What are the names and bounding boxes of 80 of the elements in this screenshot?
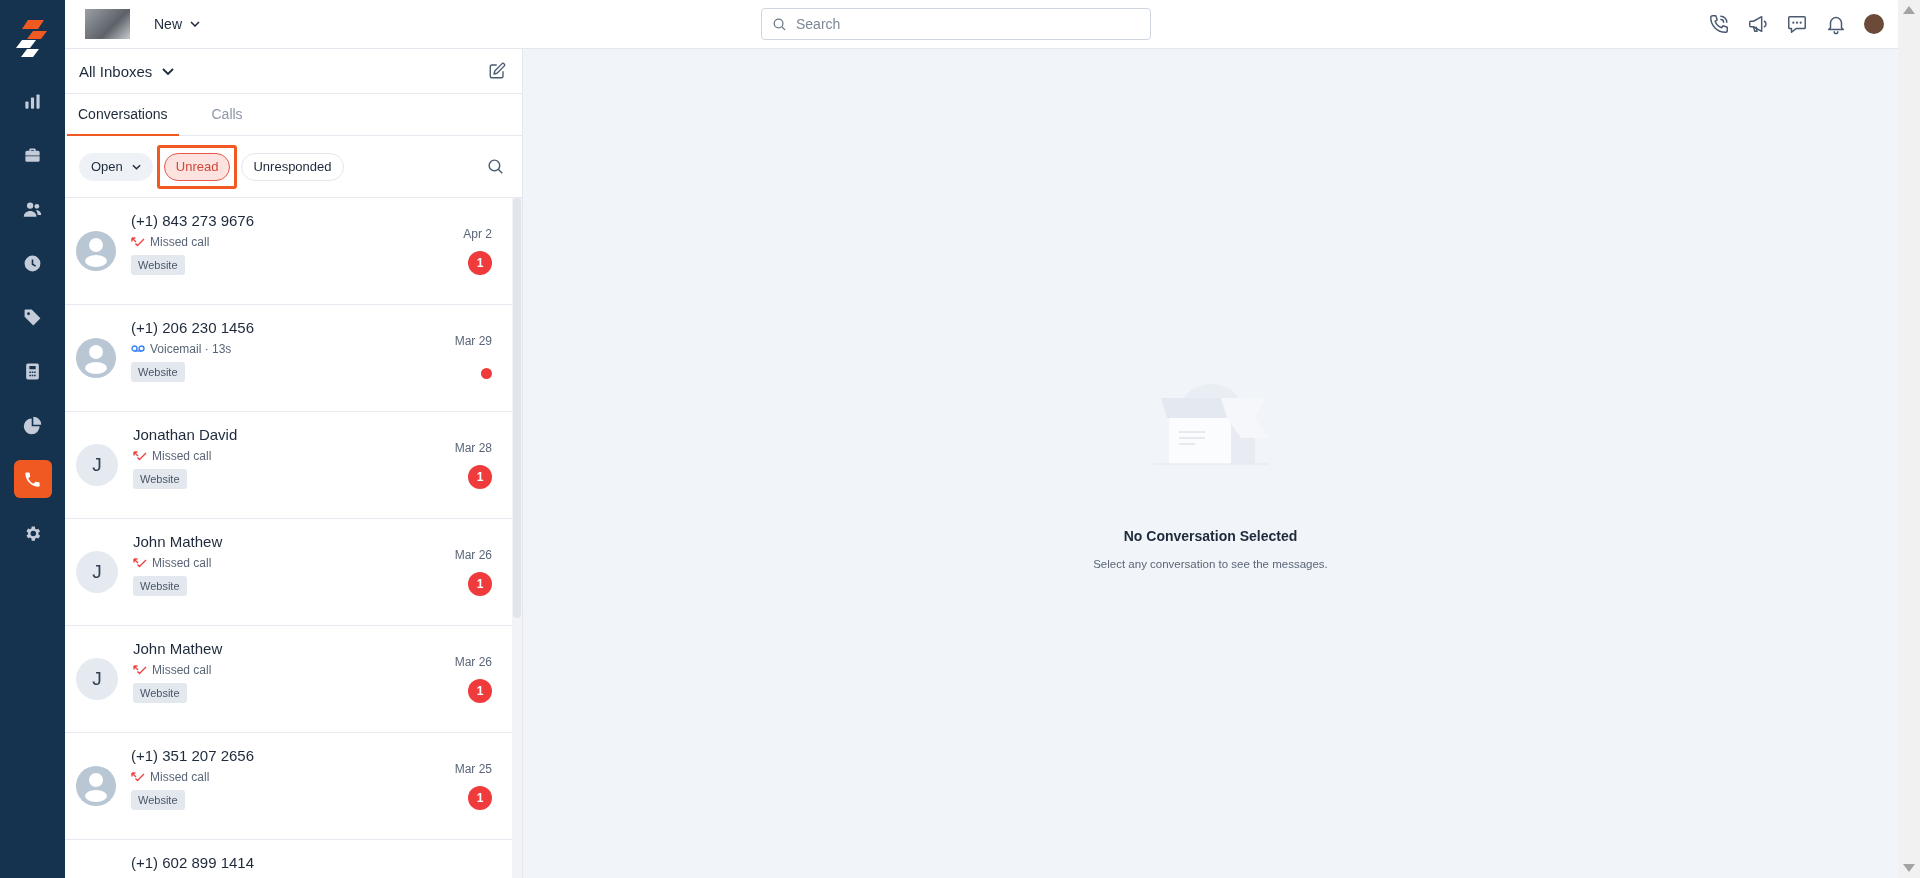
source-tag: Website [131, 255, 185, 275]
contact-name: John Mathew [133, 640, 224, 657]
avatar-initial: J [76, 658, 118, 700]
briefcase-icon [23, 145, 42, 165]
bar-chart-icon [23, 91, 42, 111]
missed-call-icon [133, 451, 147, 461]
missed-call-icon [133, 558, 147, 568]
source-tag: Website [133, 683, 187, 703]
chevron-down-icon [190, 21, 200, 27]
contact-name: (+1) 843 273 9676 [131, 212, 256, 229]
photo-placeholder [85, 9, 130, 39]
compose-icon[interactable] [488, 62, 506, 80]
missed-call-icon [131, 237, 145, 247]
chat-icon[interactable] [1786, 13, 1808, 35]
unread-count: 1 [468, 465, 492, 489]
call-status: Missed call [152, 449, 212, 463]
sidebar-item[interactable] [13, 460, 52, 498]
logo-icon[interactable] [15, 18, 50, 58]
source-tag: Website [131, 790, 185, 810]
conversation-item[interactable]: J John Mathew Missed call Website Mar 26 1 [65, 519, 512, 626]
conversation-date: Mar 26 [454, 655, 492, 669]
contact-name: John Mathew [133, 533, 224, 550]
avatar-initial: J [76, 551, 118, 593]
calculator-icon [23, 361, 42, 381]
call-status: Missed call [152, 663, 212, 677]
contact-name: Jonathan David [133, 426, 239, 443]
source-tag: Website [133, 469, 187, 489]
user-avatar[interactable] [1864, 14, 1884, 34]
call-status: Missed call [150, 770, 210, 784]
avatar-initial: J [76, 444, 118, 486]
conversation-date: Apr 2 [463, 227, 492, 241]
conversation-date: Mar 25 [454, 762, 492, 776]
search-icon[interactable] [487, 158, 504, 175]
conversation-date: Mar 28 [454, 441, 492, 455]
empty-state-title: No Conversation Selected [1123, 527, 1298, 544]
megaphone-icon[interactable] [1747, 13, 1769, 35]
inbox-selector[interactable]: All Inboxes [79, 62, 175, 80]
scroll-thumb[interactable] [513, 198, 521, 618]
new-menu-button[interactable]: New [150, 12, 204, 36]
phone-call-icon[interactable] [1708, 13, 1730, 35]
avatar-silhouette-icon [76, 338, 116, 378]
unread-count: 1 [468, 572, 492, 596]
unread-count: 1 [468, 679, 492, 703]
avatar-silhouette-icon [76, 231, 116, 271]
filter-chip[interactable]: Open [79, 152, 153, 181]
filter-chip[interactable]: Unread [163, 152, 231, 181]
pie-chart-icon [23, 415, 42, 435]
tag-icon [23, 307, 42, 327]
source-tag: Website [131, 362, 185, 382]
clock-icon [23, 253, 42, 273]
conversation-date: Mar 26 [454, 548, 492, 562]
conversation-item[interactable]: (+1) 206 230 1456 Voicemail · 13s Website Mar 29 [65, 305, 512, 412]
search-field[interactable]: Search [761, 8, 1151, 40]
contact-name: (+1) 351 207 2656 [131, 747, 256, 764]
conversation-item[interactable]: (+1) 351 207 2656 Missed call Website Mar 25 1 [65, 733, 512, 840]
source-tag: Website [133, 576, 187, 596]
tab[interactable]: Conversations [67, 94, 179, 136]
phone-icon [23, 469, 42, 489]
missed-call-icon [131, 772, 145, 782]
missed-call-icon [133, 665, 147, 675]
call-status: Missed call [152, 556, 212, 570]
empty-state-message: Select any conversation to see the messages. [1093, 557, 1328, 570]
contact-name: (+1) 602 899 1414 [131, 854, 256, 871]
conversation-item[interactable]: J John Mathew Missed call Website Mar 26 1 [65, 626, 512, 733]
conversation-date: Mar 29 [454, 333, 492, 348]
chevron-down-icon [162, 67, 175, 75]
call-status: Voicemail · 13s [150, 342, 232, 356]
conversation-item[interactable]: (+1) 843 273 9676 Missed call Website Apr 2 1 [65, 198, 512, 305]
filter-chip[interactable]: Unresponded [241, 152, 344, 181]
voicemail-icon [131, 345, 145, 353]
call-status: Missed call [150, 235, 210, 249]
chevron-down-icon [131, 163, 141, 170]
unread-dot [481, 367, 492, 379]
conversation-item[interactable]: J Jonathan David Missed call Website Mar 28 1 [65, 412, 512, 519]
unread-count: 1 [468, 786, 492, 810]
people-icon [23, 199, 42, 219]
avatar-silhouette-icon [76, 766, 116, 806]
search-icon [772, 17, 787, 32]
unread-count: 1 [468, 251, 492, 275]
contact-name: (+1) 206 230 1456 [131, 319, 256, 336]
